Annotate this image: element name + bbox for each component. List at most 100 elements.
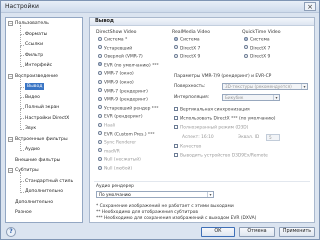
radio-icon bbox=[174, 45, 178, 50]
tree-expander-icon[interactable]: − bbox=[8, 136, 13, 142]
realmedia-group-label: RealMedia Video bbox=[172, 30, 211, 35]
tree-branch-line bbox=[20, 45, 21, 56]
radio-icon bbox=[98, 148, 102, 153]
tree-item[interactable]: Вывод bbox=[25, 83, 45, 90]
radio-icon bbox=[98, 70, 102, 75]
help-button[interactable]: ? bbox=[6, 227, 16, 237]
chevron-down-icon: ▾ bbox=[273, 95, 279, 100]
checkbox-icon bbox=[174, 152, 178, 157]
tree-item[interactable]: Встроенные фильтры bbox=[15, 136, 68, 143]
radio-icon bbox=[98, 131, 102, 136]
radio-option[interactable]: EVR (Custom Pres.) *** bbox=[98, 131, 155, 138]
ok-button[interactable]: ОК bbox=[201, 227, 235, 237]
tree-item[interactable]: Видео bbox=[25, 94, 40, 101]
resizer-dropdown[interactable]: Бикубик ▾ bbox=[222, 94, 280, 101]
chevron-down-icon: ▾ bbox=[301, 84, 307, 89]
radio-option[interactable]: Haali bbox=[98, 122, 115, 129]
tree-expander-icon[interactable]: − bbox=[8, 168, 13, 173]
radio-option[interactable]: DirectX 7 bbox=[244, 45, 270, 52]
radio-icon bbox=[98, 165, 102, 170]
tree-item[interactable]: Дополнительно bbox=[25, 188, 63, 195]
radio-icon bbox=[98, 156, 102, 161]
audio-renderer-dropdown[interactable]: По умолчанию ▾ bbox=[96, 191, 214, 198]
radio-icon bbox=[98, 139, 102, 144]
renderer-settings-header: Параметры VMR-7/9 (рендеринг) и EVR-CP bbox=[174, 74, 272, 79]
radio-option[interactable]: DirectX 9 bbox=[174, 53, 200, 60]
tree-branch-line bbox=[20, 77, 21, 88]
surface-dropdown[interactable]: 3D-текстуры (рекомендуется) ▾ bbox=[222, 83, 308, 90]
tree-item[interactable]: Воспроизведение bbox=[15, 73, 58, 80]
radio-icon bbox=[98, 62, 102, 67]
radio-icon bbox=[98, 105, 102, 110]
tree-item[interactable]: Полный экран bbox=[25, 104, 59, 111]
surface-label: Поверхность: bbox=[174, 84, 206, 89]
tree-branch-line bbox=[20, 98, 21, 109]
radio-icon bbox=[98, 53, 102, 58]
checkbox-icon bbox=[174, 115, 178, 120]
settings-tree[interactable]: − Пользователь Форматы Ссылки Фильтр Интерфей… bbox=[5, 17, 83, 223]
radio-option[interactable]: Система bbox=[174, 36, 200, 43]
radio-option[interactable]: DirectX 7 bbox=[174, 45, 200, 52]
radio-option[interactable]: EVR (рендеринг) bbox=[98, 113, 143, 120]
radio-option[interactable]: VMR-7 (окно) bbox=[98, 70, 134, 77]
radio-option[interactable]: Система * bbox=[98, 36, 127, 43]
aspect-label: Аспект: 16:10 bbox=[182, 135, 214, 140]
tree-expander-icon[interactable]: − bbox=[8, 73, 13, 79]
tree-item[interactable]: Настройки DirectX bbox=[25, 115, 69, 122]
tree-branch-line bbox=[20, 35, 21, 46]
settings-window: Настройки × − Пользователь Форматы Ссылки Фи… bbox=[0, 0, 320, 240]
tree-expander-icon[interactable]: − bbox=[8, 21, 13, 26]
vsync-checkbox[interactable]: Вертикальная синхронизация bbox=[174, 106, 250, 113]
tree-item[interactable]: Разное bbox=[15, 209, 32, 216]
radio-icon bbox=[244, 36, 248, 41]
option-checkbox[interactable]: Качество bbox=[174, 143, 201, 150]
radio-icon bbox=[98, 36, 102, 41]
radio-option[interactable]: Null (несжатый) bbox=[98, 156, 141, 163]
radio-icon bbox=[98, 45, 102, 50]
footnote-1: * Сохранение изображений не работает с э… bbox=[96, 204, 234, 209]
radio-icon bbox=[98, 113, 102, 118]
radio-icon bbox=[174, 53, 178, 58]
radio-option[interactable]: Система bbox=[244, 36, 270, 43]
radio-option[interactable]: madVR bbox=[98, 148, 120, 155]
tree-item[interactable]: Интерфейс bbox=[25, 62, 52, 69]
footnote-3: *** Необходимо для сохранения изображени… bbox=[96, 216, 257, 221]
tree-item[interactable]: Форматы bbox=[25, 31, 47, 38]
resizer-label: Интерполяция: bbox=[174, 95, 210, 100]
tree-item[interactable]: Аудио bbox=[25, 146, 40, 153]
radio-option[interactable]: Null (любой) bbox=[98, 165, 132, 172]
option-checkbox[interactable]: Выводить устройство D3D9Ex/Remote bbox=[174, 152, 268, 159]
tree-branch-line bbox=[20, 87, 21, 98]
chevron-down-icon: ▾ bbox=[207, 192, 213, 197]
tree-item[interactable]: Звук bbox=[25, 125, 36, 132]
cancel-button[interactable]: Отмена bbox=[239, 227, 275, 237]
tree-item[interactable]: Внешние фильтры bbox=[15, 157, 60, 164]
radio-option[interactable]: VMR-7 (рендеринг) bbox=[98, 88, 148, 95]
apply-button[interactable]: Применить bbox=[279, 227, 315, 237]
eq-stepper[interactable]: 5 bbox=[266, 134, 280, 141]
tree-item[interactable]: Субтитры bbox=[15, 167, 39, 174]
radio-icon bbox=[244, 53, 248, 58]
quicktime-group-label: QuickTime Video bbox=[242, 30, 281, 35]
radio-option[interactable]: DirectX 9 bbox=[244, 53, 270, 60]
tree-item[interactable]: Фильтр bbox=[25, 52, 43, 59]
radio-option[interactable]: Оверлей (VMR-7) bbox=[98, 53, 143, 60]
radio-option[interactable]: VMR-9 (окно) bbox=[98, 79, 134, 86]
divider bbox=[94, 181, 310, 182]
radio-icon bbox=[98, 88, 102, 93]
radio-icon bbox=[98, 122, 102, 127]
close-button[interactable]: × bbox=[304, 2, 316, 11]
checkbox-icon bbox=[174, 124, 178, 129]
radio-option[interactable]: Устаревший рендер *** bbox=[98, 105, 158, 112]
radio-option[interactable]: Sync Renderer bbox=[98, 139, 136, 146]
tree-branch-line bbox=[20, 119, 21, 130]
radio-icon bbox=[98, 79, 102, 84]
tree-item[interactable]: Стандартный стиль bbox=[25, 178, 73, 185]
tree-item[interactable]: Дополнительно bbox=[15, 199, 53, 206]
tree-item[interactable]: Ссылки bbox=[25, 41, 43, 48]
radio-option[interactable]: Устаревший bbox=[98, 45, 132, 52]
option-checkbox[interactable]: Полноэкранный режим (D3D) bbox=[174, 124, 248, 131]
radio-option[interactable]: EVR (по умолчанию) *** bbox=[98, 62, 159, 69]
radio-option[interactable]: VMR-9 (рендеринг) bbox=[98, 96, 148, 103]
option-checkbox[interactable]: Использовать DirectX *** (по умолчанию) bbox=[174, 115, 276, 122]
